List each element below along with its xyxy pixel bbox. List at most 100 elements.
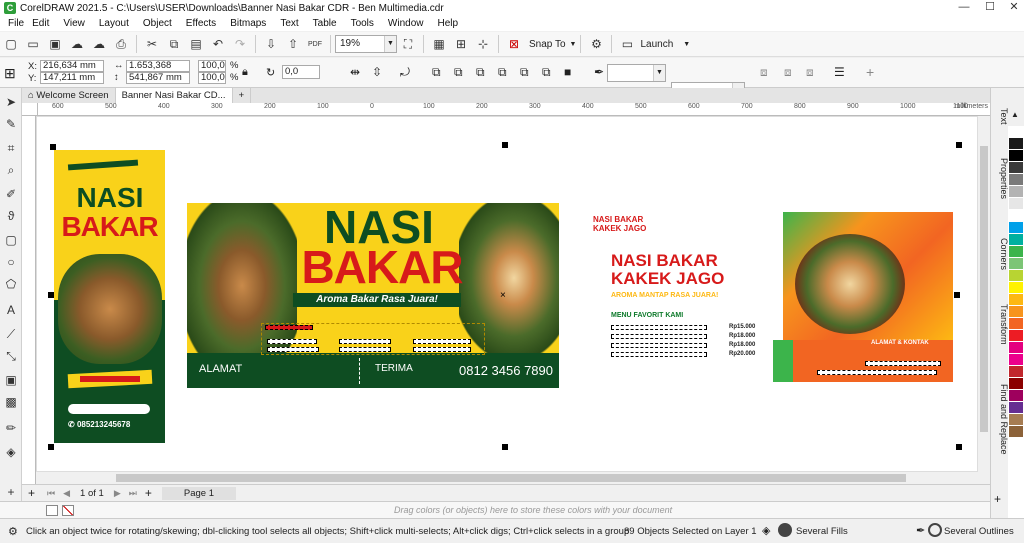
selection-handle[interactable]	[48, 444, 54, 450]
close-button[interactable]: ✕	[1002, 0, 1024, 16]
copy-icon[interactable]: ⧉	[165, 35, 183, 53]
fill-icon[interactable]: ◈	[762, 524, 770, 537]
no-color-swatch[interactable]	[46, 505, 58, 516]
outline-pen-icon[interactable]: ✒	[916, 524, 925, 537]
drawing-canvas[interactable]: NASI BAKAR ✆ 085213245678 NASI BAKAR Aro…	[36, 116, 978, 472]
angle-field[interactable]: 0,0	[282, 65, 320, 79]
ellipse-tool-icon[interactable]: ○	[3, 254, 19, 270]
add-page-icon[interactable]: +	[28, 486, 35, 500]
color-swatch[interactable]	[1009, 162, 1023, 174]
fill-swatch[interactable]	[778, 523, 792, 537]
scale-width-field[interactable]: 100,0	[198, 60, 226, 72]
color-swatch[interactable]	[1009, 126, 1023, 138]
chevron-down-icon[interactable]: ▼	[384, 36, 396, 52]
crop-tool-icon[interactable]: ⌗	[3, 140, 19, 156]
color-swatch[interactable]	[1009, 186, 1023, 198]
lock-ratio-icon[interactable]: 🔒︎	[242, 66, 256, 80]
color-swatch[interactable]	[1009, 258, 1023, 270]
drop-shadow-icon[interactable]: ▣	[3, 372, 19, 388]
palette-scroll-up-icon[interactable]: ▲	[1011, 110, 1019, 119]
chevron-down-icon[interactable]: ▼	[683, 41, 690, 48]
print-icon[interactable]: ⎙	[112, 35, 130, 53]
trim-icon[interactable]: ⧉	[520, 65, 529, 80]
color-swatch[interactable]	[1009, 198, 1023, 210]
menu-edit[interactable]: Edit	[32, 18, 49, 29]
color-swatch[interactable]	[1009, 150, 1023, 162]
horizontal-scroll-thumb[interactable]	[116, 474, 906, 482]
third-banner[interactable]: NASI BAKAR KAKEK JAGO NASI BAKAR KAKEK J…	[577, 212, 953, 382]
selection-handle[interactable]	[502, 444, 508, 450]
color-swatch[interactable]	[1009, 306, 1023, 318]
vertical-ruler[interactable]	[22, 116, 36, 484]
zoom-combo[interactable]: 19% ▼	[335, 35, 397, 53]
intersect-icon[interactable]: ⧉	[542, 65, 551, 80]
paste-icon[interactable]: ▤	[187, 35, 205, 53]
options-gear-icon[interactable]: ⚙	[587, 35, 605, 53]
show-grid-icon[interactable]: ⊞	[452, 35, 470, 53]
save-icon[interactable]: ▣	[46, 35, 64, 53]
menu-table[interactable]: Table	[313, 18, 337, 29]
menu-window[interactable]: Window	[388, 18, 424, 29]
menu-view[interactable]: View	[63, 18, 85, 29]
vertical-scroll-thumb[interactable]	[980, 146, 988, 432]
color-swatch[interactable]	[1009, 378, 1023, 390]
align-distribute-icon[interactable]: ☰	[834, 65, 845, 79]
to-front-icon[interactable]: ⧈	[760, 65, 768, 80]
color-swatch[interactable]	[1009, 246, 1023, 258]
transparency-tool-icon[interactable]: ▩	[3, 394, 19, 410]
menu-text[interactable]: Text	[280, 18, 298, 29]
horizontal-ruler[interactable]: 600 500 400 300 200 100 0 100 200 300 400 500 600 700…	[38, 103, 990, 116]
open-icon[interactable]: ▭	[24, 35, 42, 53]
next-page-icon[interactable]: ▶	[114, 488, 121, 499]
mirror-vertical-icon[interactable]: ⇳	[372, 65, 382, 79]
selection-handle[interactable]	[502, 142, 508, 148]
ungroup-icon[interactable]: ⧉	[454, 65, 463, 80]
selection-handle[interactable]	[956, 142, 962, 148]
cloud-upload-icon[interactable]: ☁	[90, 35, 108, 53]
color-swatch[interactable]	[1009, 414, 1023, 426]
selection-handle[interactable]	[956, 444, 962, 450]
add-page-end-icon[interactable]: +	[145, 486, 152, 500]
selection-handle[interactable]	[50, 144, 56, 150]
menu-effects[interactable]: Effects	[186, 18, 216, 29]
menu-tools[interactable]: Tools	[351, 18, 374, 29]
selection-center-marker[interactable]: ×	[500, 290, 506, 301]
selection-handle[interactable]	[954, 292, 960, 298]
vertical-scrollbar[interactable]	[978, 116, 990, 472]
selection-handle[interactable]	[48, 292, 54, 298]
to-back-icon[interactable]: ⧈	[784, 65, 792, 80]
add-icon[interactable]: +	[866, 64, 874, 80]
color-swatch[interactable]	[1009, 282, 1023, 294]
ungroup-all-icon[interactable]: ⧉	[476, 65, 485, 80]
color-swatch[interactable]	[1009, 174, 1023, 186]
outline-pen-icon[interactable]: ✒	[594, 65, 604, 79]
connector-tool-icon[interactable]: ⤡	[3, 348, 19, 364]
none-swatch[interactable]	[62, 505, 74, 516]
color-swatch[interactable]	[1009, 330, 1023, 342]
prev-page-icon[interactable]: ◀	[63, 488, 70, 499]
docker-tab-corners[interactable]: Corners	[991, 238, 1009, 270]
maximize-button[interactable]: ☐	[978, 0, 1002, 16]
docker-add-icon[interactable]: +	[994, 492, 1001, 506]
color-swatch[interactable]	[1009, 234, 1023, 246]
vertical-banner[interactable]: NASI BAKAR ✆ 085213245678	[54, 150, 165, 443]
ruler-origin[interactable]	[22, 103, 38, 116]
full-screen-icon[interactable]: ⛶	[399, 35, 417, 53]
settings-gear-icon[interactable]: ⚙	[8, 525, 18, 538]
redo-icon[interactable]: ↷	[231, 35, 249, 53]
parallel-dimension-icon[interactable]: ⟋	[3, 326, 19, 342]
outline-width-combo[interactable]: ▼	[607, 64, 666, 82]
color-swatch[interactable]	[1009, 342, 1023, 354]
mirror-horizontal-icon[interactable]: ⇹	[350, 65, 360, 79]
new-tab-button[interactable]: +	[233, 88, 252, 103]
shape-tool-icon[interactable]: ✎	[3, 116, 19, 132]
cloud-download-icon[interactable]: ☁	[68, 35, 86, 53]
color-swatch[interactable]	[1009, 402, 1023, 414]
rectangle-tool-icon[interactable]: ▢	[3, 232, 19, 248]
chevron-down-icon[interactable]: ▼	[653, 65, 665, 81]
group-icon[interactable]: ⧉	[432, 65, 441, 80]
page-1-tab[interactable]: Page 1	[161, 486, 236, 500]
docker-tab-properties[interactable]: Properties	[991, 158, 1009, 199]
horizontal-scrollbar[interactable]	[36, 472, 990, 484]
color-swatch[interactable]	[1009, 222, 1023, 234]
